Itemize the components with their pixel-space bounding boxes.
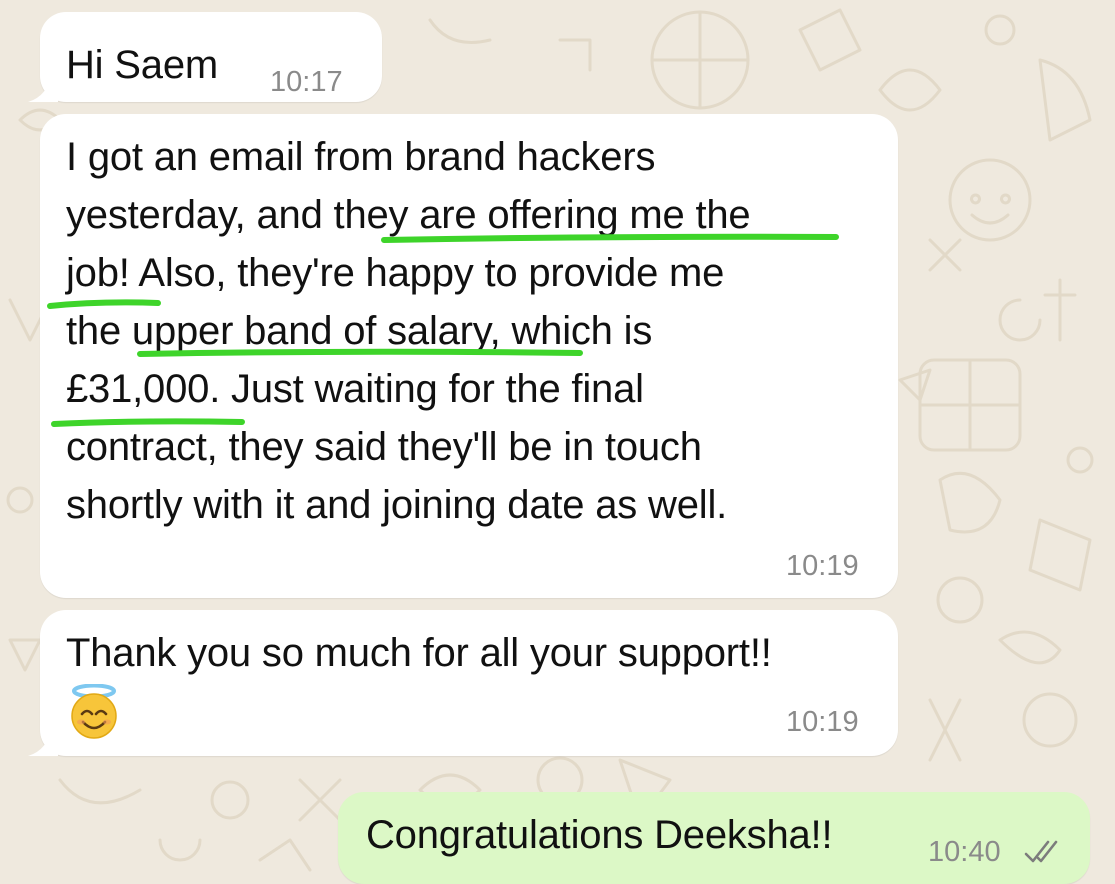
message-line: contract, they said they'll be in touch	[66, 425, 702, 469]
message-time: 10:17	[270, 66, 343, 98]
message-line: yesterday, and they are offering me the	[66, 193, 751, 237]
message-line: job! Also, they're happy to provide me	[66, 251, 725, 295]
message-time: 10:19	[786, 550, 859, 582]
message-line: the upper band of salary, which is	[66, 309, 653, 353]
message-time: 10:40	[928, 836, 1001, 868]
message-text: I got an email from brand hackers yester…	[66, 128, 751, 534]
message-text: Hi Saem	[66, 43, 218, 87]
message-line: shortly with it and joining date as well…	[66, 483, 728, 527]
incoming-message-bubble[interactable]: Hi Saem 10:17	[28, 12, 382, 102]
double-check-icon	[1024, 840, 1058, 863]
smiling-face-with-halo-icon	[71, 684, 117, 739]
message-line: £31,000. Just waiting for the final	[66, 367, 644, 411]
message-text: Congratulations Deeksha!!	[366, 813, 833, 857]
message-text: Thank you so much for all your support!!	[66, 631, 772, 675]
incoming-message-bubble[interactable]: Thank you so much for all your support!!…	[28, 610, 898, 756]
incoming-message-bubble[interactable]: I got an email from brand hackers yester…	[40, 114, 898, 598]
bubble-tail	[28, 72, 58, 102]
message-line: I got an email from brand hackers	[66, 135, 656, 179]
outgoing-message-bubble[interactable]: Congratulations Deeksha!! 10:40	[338, 792, 1090, 884]
message-time: 10:19	[786, 706, 859, 738]
bubble-tail	[28, 726, 58, 756]
